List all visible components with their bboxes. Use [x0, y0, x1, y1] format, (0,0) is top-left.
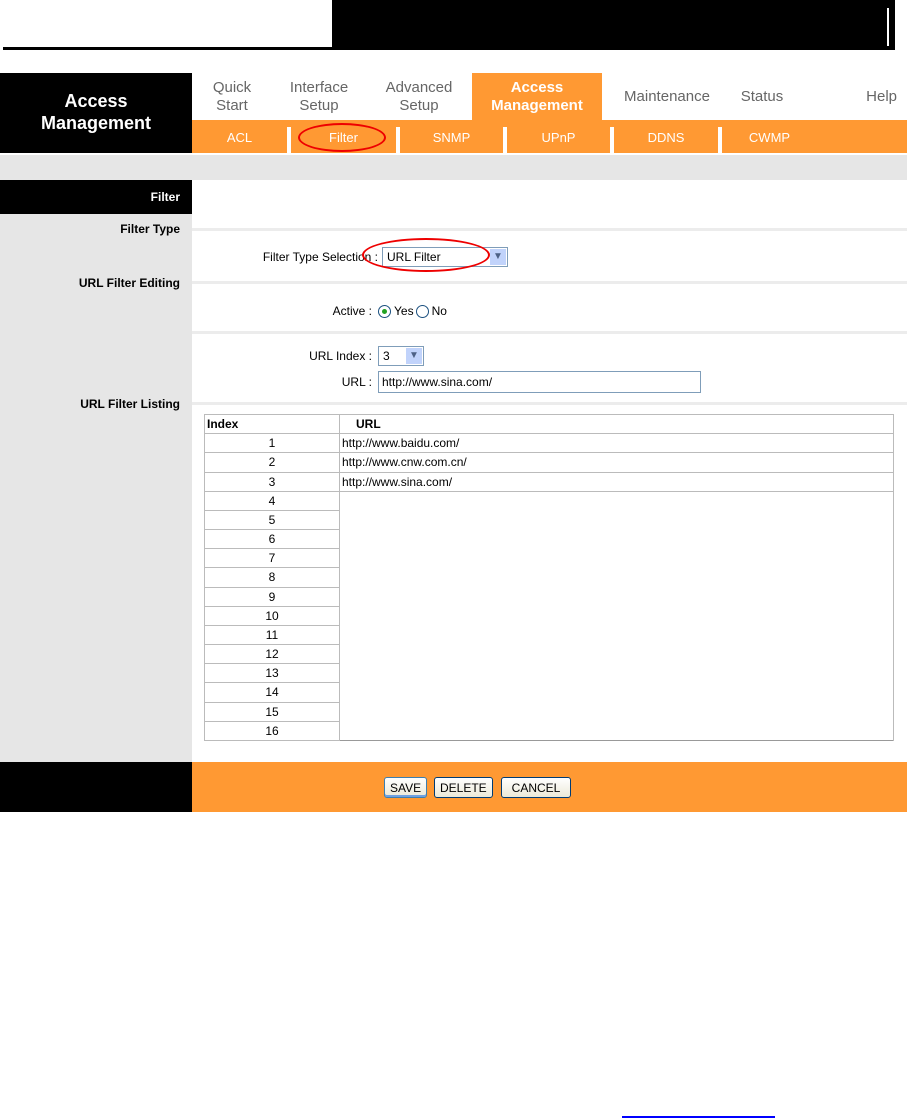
tab-label: Start [216, 96, 248, 114]
subtab-ddns[interactable]: DDNS [614, 120, 718, 153]
tab-label: Management [491, 96, 583, 114]
cell-index: 2 [204, 452, 340, 473]
table-row: 2 http://www.cnw.com.cn/ [204, 452, 894, 473]
header-rule [3, 47, 895, 50]
cell-index: 5 [204, 509, 340, 531]
cell-index: 8 [204, 567, 340, 588]
url-index-value: 3 [383, 349, 390, 363]
url-row: URL : [192, 370, 907, 394]
left-labels: Filter Type URL Filter Editing URL Filte… [0, 214, 192, 762]
cell-url: http://www.sina.com/ [339, 471, 894, 492]
main-nav: Quick Start Interface Setup Advanced Setup … [192, 73, 907, 120]
section-title: Filter [0, 180, 192, 214]
divider [192, 331, 907, 334]
page-title-line1: Access [64, 91, 128, 111]
table-header: Index URL [204, 413, 894, 435]
cell-url: http://www.cnw.com.cn/ [339, 452, 894, 473]
tab-status[interactable]: Status [732, 73, 792, 120]
highlight-ellipse [362, 238, 490, 272]
tab-label: Advanced [385, 78, 453, 96]
cell-index: 14 [204, 682, 340, 703]
url-filter-table: Index URL 1 http://www.baidu.com/2 http://… [204, 413, 894, 742]
cell-index: 6 [204, 529, 340, 550]
delete-button[interactable]: DELETE [434, 777, 493, 798]
tab-maintenance[interactable]: Maintenance [602, 73, 732, 120]
table-row: 1 http://www.baidu.com/ [204, 433, 894, 454]
footer-bar: SAVE DELETE CANCEL [192, 762, 907, 812]
sub-nav: ACL Filter SNMP UPnP DDNS CWMP [192, 120, 907, 153]
label-url-filter-editing: URL Filter Editing [78, 276, 180, 290]
active-yes-radio[interactable] [378, 304, 391, 318]
table-row: 3 http://www.sina.com/ [204, 471, 894, 492]
tab-label: Maintenance [624, 87, 710, 105]
divider [192, 402, 907, 405]
divider [192, 228, 907, 231]
chevron-down-icon: ▼ [406, 348, 422, 364]
cell-index: 7 [204, 548, 340, 569]
cell-index: 4 [204, 490, 340, 511]
page-title: Access Management [0, 73, 192, 153]
no-label: No [431, 304, 447, 318]
subtab-filter[interactable]: Filter [291, 120, 396, 153]
url-index-select[interactable]: 3 ▼ [378, 346, 424, 366]
filter-type-row: Filter Type Selection : URL Filter ▼ [192, 238, 907, 272]
yes-label: Yes [394, 304, 414, 318]
highlight-ellipse [298, 123, 386, 152]
active-no-radio[interactable] [415, 304, 429, 318]
tab-advanced-setup[interactable]: Advanced Setup [366, 73, 472, 120]
cell-index: 1 [204, 433, 340, 454]
chevron-down-icon: ▼ [490, 249, 506, 265]
cell-index: 3 [204, 471, 340, 492]
tab-interface-setup[interactable]: Interface Setup [272, 73, 366, 120]
tab-label: Quick [212, 78, 252, 96]
subtab-acl[interactable]: ACL [192, 120, 287, 153]
tab-quick-start[interactable]: Quick Start [192, 73, 272, 120]
footer-left [0, 762, 192, 812]
subtab-upnp[interactable]: UPnP [507, 120, 610, 153]
subtab-cwmp[interactable]: CWMP [722, 120, 817, 153]
label-filter-type: Filter Type [120, 222, 180, 236]
tab-label: Status [740, 87, 784, 105]
url-index-row: URL Index : 3 ▼ [192, 345, 907, 367]
page-title-line2: Management [40, 113, 152, 133]
active-row: Active : Yes No [192, 302, 907, 320]
link-underline[interactable] [622, 1116, 775, 1118]
divider [192, 281, 907, 284]
cell-index: 13 [204, 663, 340, 684]
tab-access-management[interactable]: Access Management [472, 73, 602, 120]
table-row: 4 [204, 490, 894, 741]
active-label: Active : [332, 304, 372, 318]
header-banner [332, 0, 895, 48]
url-input[interactable] [378, 371, 701, 393]
url-index-label: URL Index : [309, 349, 372, 363]
tab-label: Help [866, 87, 897, 105]
cell-index: 12 [204, 644, 340, 665]
label-url-filter-listing: URL Filter Listing [80, 397, 180, 411]
header-url: URL [339, 413, 894, 435]
url-label: URL : [341, 375, 372, 389]
filter-type-label: Filter Type Selection : [262, 250, 378, 264]
tab-label: Interface [289, 78, 349, 96]
save-button[interactable]: SAVE [384, 777, 428, 798]
cell-index: 9 [204, 586, 340, 607]
spacer-band [0, 155, 907, 180]
subtab-snmp[interactable]: SNMP [400, 120, 503, 153]
tab-label: Setup [399, 96, 439, 114]
cell-index: 15 [204, 701, 340, 722]
header-index: Index [204, 413, 340, 435]
tab-label: Access [510, 78, 564, 96]
cell-index: 11 [204, 624, 340, 646]
cell-url: http://www.baidu.com/ [339, 433, 894, 454]
cell-index: 10 [204, 605, 340, 626]
tab-help[interactable]: Help [792, 73, 907, 120]
cell-url-empty [339, 490, 894, 741]
tab-label: Setup [299, 96, 339, 114]
cancel-button[interactable]: CANCEL [501, 777, 571, 798]
cell-index: 16 [204, 720, 340, 742]
